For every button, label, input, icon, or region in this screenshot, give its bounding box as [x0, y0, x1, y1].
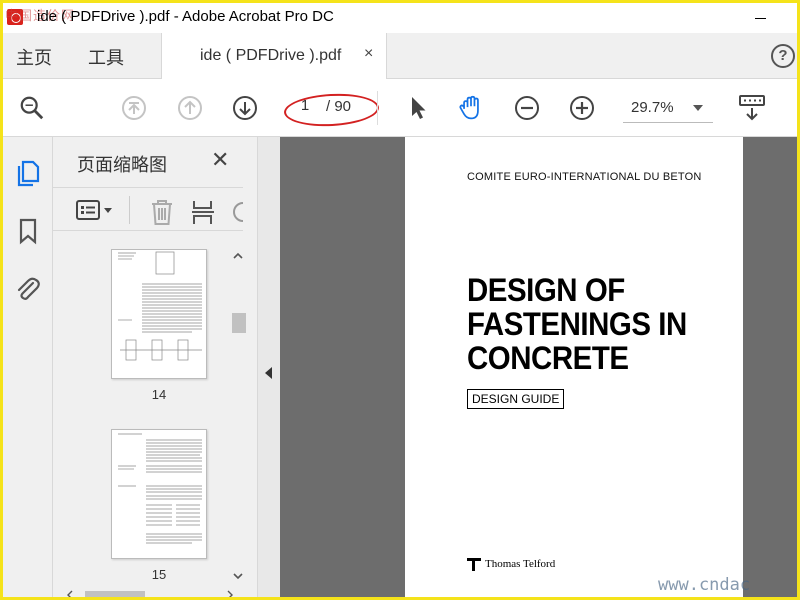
zoom-out-icon[interactable]	[514, 95, 540, 121]
main-toolbar: / 90 29.7%	[3, 79, 797, 137]
thumbnail-options-icon[interactable]	[75, 198, 115, 229]
rotate-page-icon[interactable]	[231, 200, 243, 222]
close-panel-icon[interactable]: ✕	[211, 147, 229, 173]
thumbnail-page-label: 15	[151, 567, 167, 582]
chevron-down-icon[interactable]	[232, 571, 244, 584]
page-thumbnails-icon[interactable]	[14, 159, 42, 187]
page-thumbnail-15[interactable]	[111, 429, 207, 559]
navigation-rail	[3, 137, 53, 597]
thumbnails-list: 14 15	[53, 249, 238, 589]
document-title-line: CONCRETE	[467, 340, 629, 376]
toolbar-divider	[377, 91, 378, 125]
chevron-down-icon	[693, 105, 703, 111]
close-tab-icon[interactable]: ×	[364, 45, 373, 63]
minimize-icon	[754, 17, 766, 19]
window-title: ide ( PDFDrive ).pdf - Adobe Acrobat Pro…	[37, 8, 334, 25]
document-tab[interactable]: ide ( PDFDrive ).pdf ×	[161, 33, 387, 79]
document-publisher: Thomas Telford	[467, 557, 555, 571]
first-page-icon[interactable]	[121, 95, 147, 121]
pdf-page: COMITE EURO-INTERNATIONAL DU BETON DESIG…	[405, 137, 743, 597]
document-organization: COMITE EURO-INTERNATIONAL DU BETON	[467, 171, 702, 183]
app-window: 中国造价网 ide ( PDFDrive ).pdf - Adobe Acrob…	[0, 0, 800, 600]
select-cursor-icon[interactable]	[406, 95, 432, 121]
minimize-button[interactable]	[738, 3, 782, 33]
panel-title: 页面缩略图	[77, 155, 167, 175]
page-thumbnails-panel: 页面缩略图 ✕ 14 15	[53, 137, 258, 597]
extract-page-icon[interactable]	[191, 198, 217, 231]
zoom-in-icon[interactable]	[569, 95, 595, 121]
collapse-panel-icon[interactable]	[265, 367, 272, 379]
tab-bar: 主页 工具 ide ( PDFDrive ).pdf × ?	[3, 33, 797, 79]
bookmarks-icon[interactable]	[14, 217, 42, 245]
zoom-level-value: 29.7%	[631, 99, 674, 116]
publisher-name: Thomas Telford	[485, 558, 556, 570]
document-subtitle-box: DESIGN GUIDE	[467, 389, 565, 409]
tab-home[interactable]: 主页	[16, 44, 52, 70]
search-zoom-icon[interactable]	[19, 95, 45, 121]
thumbnail-page-label: 14	[151, 387, 167, 402]
delete-page-icon[interactable]	[149, 198, 175, 231]
toolbar-divider	[129, 196, 130, 224]
document-title-line: DESIGN OF	[467, 272, 625, 308]
help-icon[interactable]: ?	[771, 44, 795, 68]
document-title: DESIGN OF FASTENINGS IN CONCRETE	[467, 273, 687, 375]
tab-tools[interactable]: 工具	[88, 44, 124, 70]
zoom-level-dropdown[interactable]: 29.7%	[623, 97, 713, 123]
previous-page-icon[interactable]	[177, 95, 203, 121]
next-page-icon[interactable]	[232, 95, 258, 121]
panel-splitter[interactable]	[258, 137, 280, 597]
thumbnails-horizontal-scrollbar[interactable]	[65, 587, 235, 597]
document-viewport[interactable]: COMITE EURO-INTERNATIONAL DU BETON DESIG…	[258, 137, 797, 597]
page-thumbnail-14[interactable]	[111, 249, 207, 379]
thumbnails-scrollbar[interactable]	[230, 249, 246, 580]
publisher-logo-icon	[467, 557, 481, 571]
hand-tool-icon[interactable]	[458, 95, 484, 121]
chevron-up-icon[interactable]	[232, 251, 244, 264]
document-title-line: FASTENINGS IN	[467, 306, 687, 342]
scrollbar-thumb[interactable]	[232, 313, 246, 333]
attachments-icon[interactable]	[14, 275, 42, 303]
title-bar: 中国造价网 ide ( PDFDrive ).pdf - Adobe Acrob…	[3, 3, 797, 33]
document-tab-label: ide ( PDFDrive ).pdf	[200, 47, 342, 64]
thumbnails-toolbar	[53, 187, 243, 231]
page-display-icon[interactable]	[737, 95, 767, 121]
watermark-bottom-right: www.cndac	[658, 575, 751, 595]
